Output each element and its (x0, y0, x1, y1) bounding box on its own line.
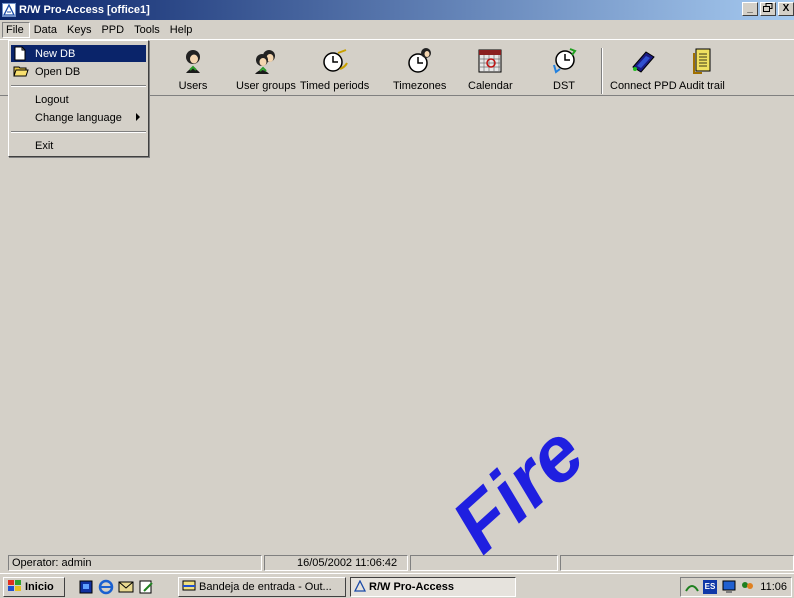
toolbar-dst-label: DST (553, 80, 575, 92)
menu-separator (11, 85, 146, 87)
timezone-icon (405, 46, 435, 76)
status-datetime: 16/05/2002 11:06:42 (264, 555, 408, 571)
taskbar: Inicio Bandeja de entrada - Out... R/W P… (0, 573, 794, 598)
status-panel-empty (410, 555, 558, 571)
menu-item-change-language[interactable]: Change language (11, 109, 146, 126)
toolbar-calendar-label: Calendar (468, 80, 513, 92)
menu-item-label: Logout (35, 93, 69, 106)
menu-item-label: Change language (35, 111, 122, 124)
toolbar-connect-ppd-button[interactable]: Connect PPD (610, 46, 677, 94)
menu-item-new-db[interactable]: New DB (11, 45, 146, 62)
start-button[interactable]: Inicio (3, 577, 65, 597)
toolbar-timed-periods-label: Timed periods (300, 80, 370, 92)
close-button[interactable]: X (778, 2, 794, 16)
menu-ppd[interactable]: PPD (97, 22, 130, 38)
menu-item-exit[interactable]: Exit (11, 137, 146, 154)
inbox-icon (182, 579, 196, 595)
user-group-icon (251, 46, 281, 76)
status-panel-empty (560, 555, 794, 571)
system-tray: ES 11:06 (680, 577, 792, 597)
new-document-icon (13, 46, 29, 61)
app-logo-icon (353, 579, 367, 595)
toolbar-connect-ppd-label: Connect PPD (610, 80, 677, 92)
internet-explorer-icon[interactable] (98, 579, 114, 595)
toolbar-separator (601, 48, 603, 94)
status-bar: Operator: admin 16/05/2002 11:06:42 (0, 553, 794, 572)
toolbar-dst-button[interactable]: DST (549, 46, 579, 94)
taskbar-task-outlook[interactable]: Bandeja de entrada - Out... (178, 577, 346, 597)
menu-tools[interactable]: Tools (130, 22, 166, 38)
menu-separator (11, 131, 146, 133)
title-bar[interactable]: R/W Pro-Access [office1] _ X (0, 0, 794, 20)
audit-trail-icon (687, 46, 717, 76)
menu-item-label: New DB (35, 47, 76, 60)
status-operator: Operator: admin (8, 555, 262, 571)
app-logo-icon (2, 3, 16, 17)
toolbar-timed-periods-button[interactable]: Timed periods (300, 46, 369, 94)
menu-keys[interactable]: Keys (63, 22, 97, 38)
menu-item-open-db[interactable]: Open DB (11, 63, 146, 80)
connect-ppd-icon (628, 46, 658, 76)
tray-clock: 11:06 (760, 581, 787, 593)
toolbar-user-groups-label: User groups (236, 80, 296, 92)
language-indicator[interactable]: ES (703, 580, 717, 594)
toolbar-users-button[interactable]: Users (178, 46, 208, 94)
taskbar-task-pro-access[interactable]: R/W Pro-Access (350, 577, 516, 597)
toolbar-user-groups-button[interactable]: User groups (236, 46, 296, 94)
outlook-icon[interactable] (118, 579, 134, 595)
monitor-icon[interactable] (721, 579, 737, 595)
maximize-button[interactable] (760, 2, 776, 16)
menu-item-label: Exit (35, 139, 54, 152)
toolbar-audit-trail-button[interactable]: Audit trail (679, 46, 725, 94)
timed-periods-icon (320, 46, 350, 76)
notepad-icon[interactable] (138, 579, 154, 595)
start-label: Inicio (25, 581, 54, 593)
network-icon[interactable] (684, 579, 700, 595)
menu-item-logout[interactable]: Logout (11, 91, 146, 108)
toolbar-users-label: Users (178, 80, 208, 92)
menu-file[interactable]: File (2, 21, 30, 38)
window-title: R/W Pro-Access [office1] (19, 4, 150, 16)
toolbar-timezones-button[interactable]: Timezones (393, 46, 446, 94)
file-menu-dropdown: New DB Open DB Logout Change language Ex… (8, 40, 149, 157)
calendar-icon (475, 46, 505, 76)
toolbar-calendar-button[interactable]: Calendar (468, 46, 513, 94)
taskbar-task-label: R/W Pro-Access (369, 581, 454, 593)
submenu-arrow-icon (136, 113, 140, 121)
menu-data[interactable]: Data (30, 22, 63, 38)
minimize-button[interactable]: _ (742, 2, 758, 16)
menu-bar: File Data Keys PPD Tools Help (0, 20, 794, 39)
toolbar-audit-trail-label: Audit trail (679, 80, 725, 92)
taskbar-task-label: Bandeja de entrada - Out... (199, 581, 332, 593)
dst-clock-icon (549, 46, 579, 76)
windows-logo-icon (7, 579, 23, 596)
menu-help[interactable]: Help (166, 22, 199, 38)
open-folder-icon (13, 64, 29, 79)
user-icon (178, 46, 208, 76)
show-desktop-icon[interactable] (78, 579, 94, 595)
toolbar-timezones-label: Timezones (393, 80, 447, 92)
menu-item-label: Open DB (35, 65, 81, 78)
users-tray-icon[interactable] (739, 579, 755, 595)
